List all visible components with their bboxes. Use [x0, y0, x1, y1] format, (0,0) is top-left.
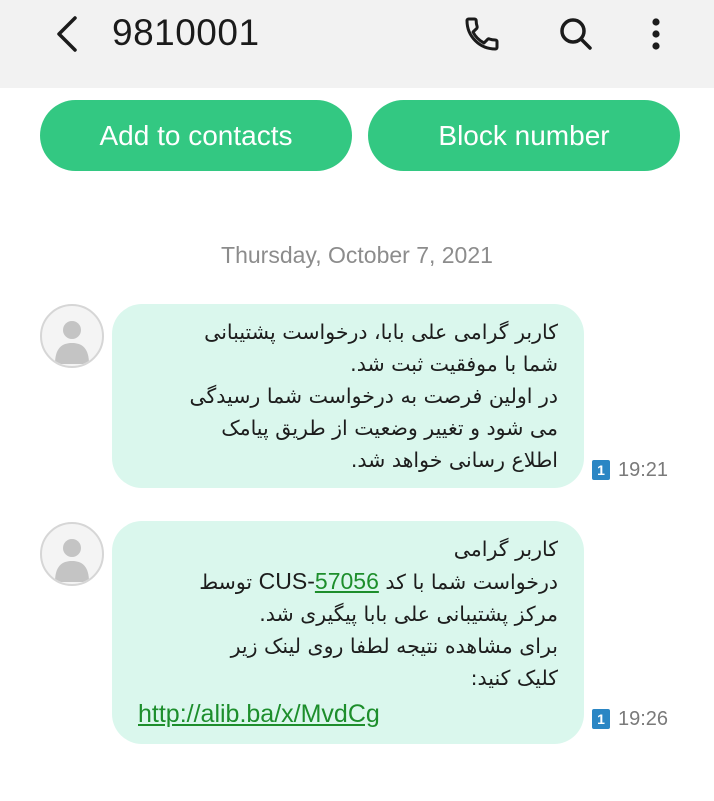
- contact-title: 9810001: [112, 12, 260, 53]
- url-row: http://alib.ba/x/MvdCg: [138, 696, 558, 732]
- add-to-contacts-button[interactable]: Add to contacts: [40, 100, 352, 171]
- message-text-with-code: درخواست شما با کد CUS-57056 توسط: [138, 565, 558, 598]
- person-icon: [55, 321, 89, 364]
- phone-icon: [465, 17, 499, 51]
- message-bubble[interactable]: کاربر گرامی علی بابا، درخواست پشتیبانی ش…: [112, 304, 584, 488]
- message-text: درخواست شما با کد: [385, 570, 558, 594]
- sim-badge: 1: [592, 460, 610, 480]
- message-text: شما با موفقیت ثبت شد.: [350, 352, 558, 376]
- back-button[interactable]: [44, 10, 88, 58]
- block-number-button[interactable]: Block number: [368, 100, 680, 171]
- message-meta: 1 19:26: [592, 707, 668, 731]
- message-meta: 1 19:21: [592, 458, 668, 482]
- more-options-button[interactable]: [632, 10, 680, 58]
- back-arrow-icon: [57, 16, 77, 52]
- person-icon: [55, 539, 89, 582]
- sim-badge: 1: [592, 709, 610, 729]
- message-text: مرکز پشتیبانی علی بابا پیگیری شد.: [259, 602, 558, 626]
- message-bubble[interactable]: کاربر گرامی درخواست شما با کد CUS-57056 …: [112, 521, 584, 744]
- call-button[interactable]: [458, 10, 506, 58]
- message-text: توسط: [199, 570, 253, 594]
- search-button[interactable]: [552, 10, 600, 58]
- more-vertical-icon: [652, 18, 660, 50]
- message-time: 19:26: [618, 707, 669, 730]
- ticket-prefix: CUS-: [258, 568, 315, 594]
- avatar[interactable]: [40, 304, 104, 368]
- search-icon: [560, 18, 592, 50]
- message-link[interactable]: http://alib.ba/x/MvdCg: [138, 700, 380, 728]
- message-time: 19:21: [618, 458, 669, 481]
- avatar[interactable]: [40, 522, 104, 586]
- message-text: برای مشاهده نتیجه لطفا روی لینک زیر: [230, 634, 558, 658]
- ticket-code: CUS-57056: [259, 568, 379, 594]
- message-text: در اولین فرصت به درخواست شما رسیدگی: [189, 384, 558, 408]
- message-text: اطلاع رسانی خواهد شد.: [350, 448, 558, 472]
- date-separator: Thursday, October 7, 2021: [221, 242, 493, 268]
- app-bar: 9810001: [0, 0, 714, 88]
- ticket-number-link[interactable]: 57056: [315, 568, 379, 594]
- message-text: کاربر گرامی علی بابا، درخواست پشتیبانی: [204, 320, 558, 344]
- message-text: کاربر گرامی: [453, 537, 558, 561]
- message-text: کلیک کنید:: [470, 666, 558, 690]
- message-text: می شود و تغییر وضعیت از طریق پیامک: [221, 416, 558, 440]
